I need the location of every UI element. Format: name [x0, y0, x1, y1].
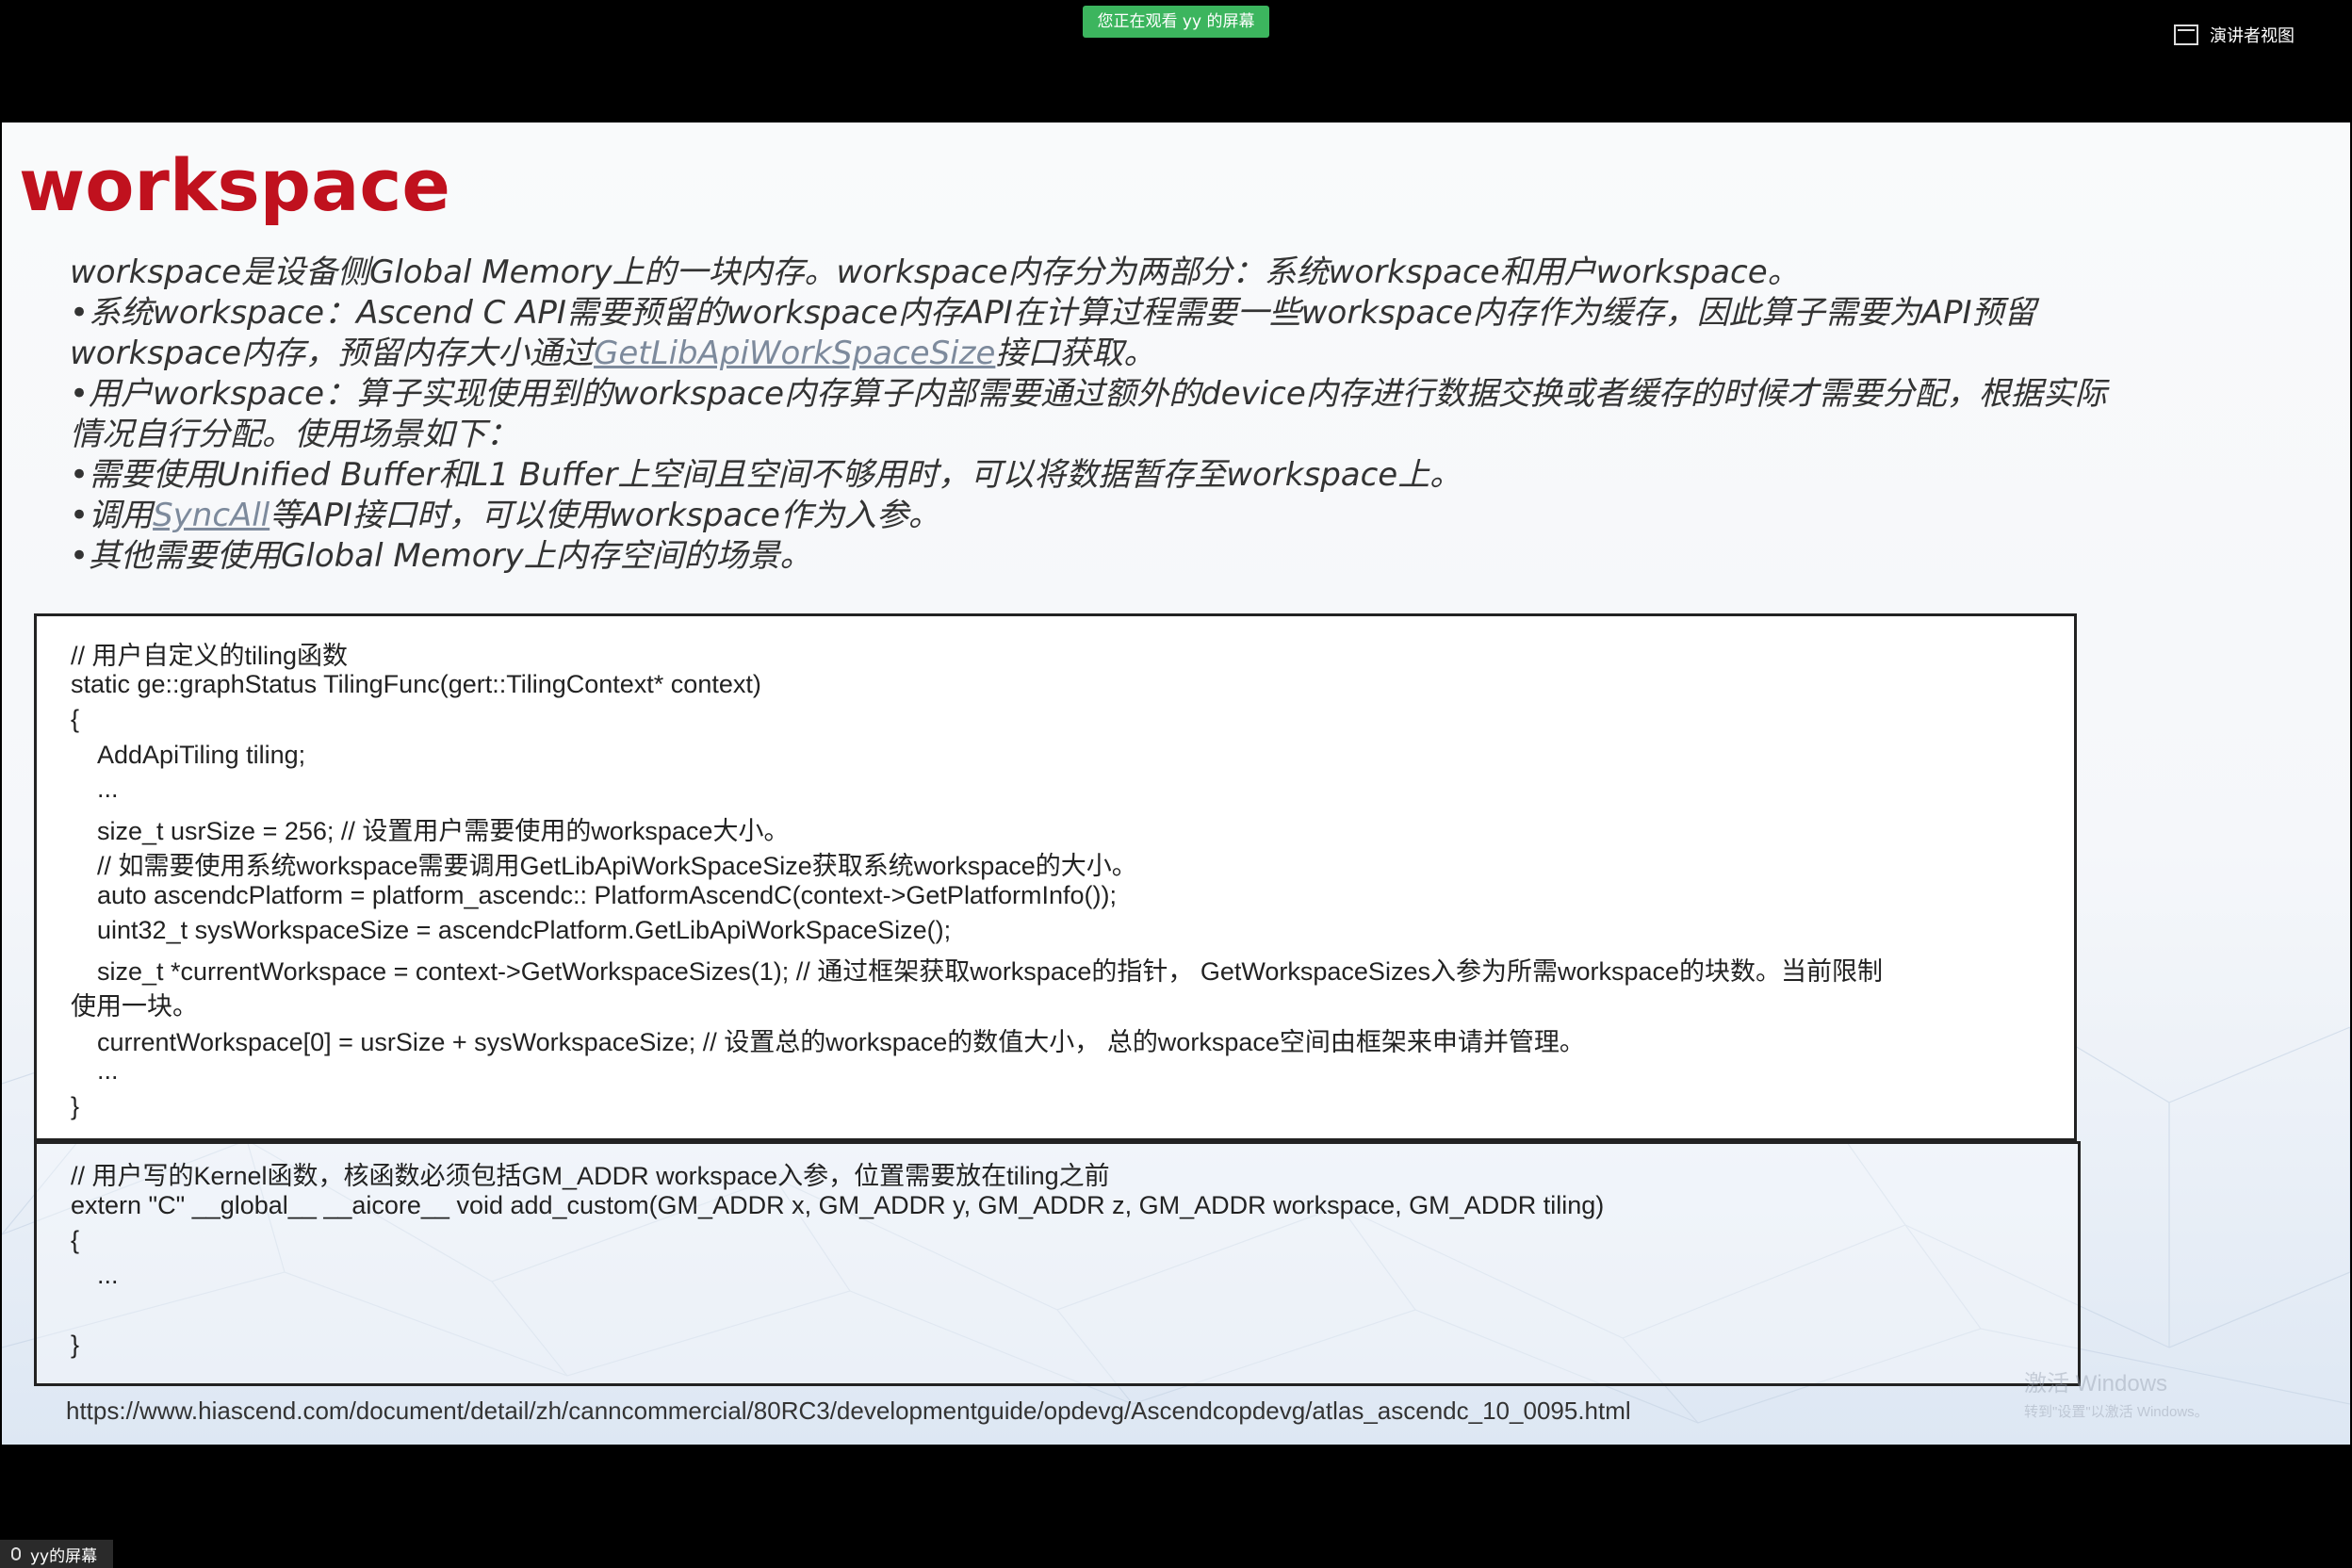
sharer-name-tag: yy的屏幕	[0, 1540, 113, 1568]
code-line: uint32_t sysWorkspaceSize = ascendcPlatf…	[97, 916, 952, 944]
code-line: AddApiTiling tiling;	[97, 741, 306, 769]
kernel-code-box: // 用户写的Kernel函数，核函数必须包括GM_ADDR workspace…	[34, 1141, 2081, 1386]
code-line: ...	[97, 1056, 119, 1085]
code-comment: // 如需要使用系统workspace需要调用GetLibApiWorkSpac…	[97, 852, 1137, 880]
intro-text: workspace内存，预留内存大小通过	[70, 335, 595, 372]
code-line: size_t usrSize = 256; // 设置用户需要使用的worksp…	[97, 817, 790, 845]
viewer-top-bar: 您正在观看 yy 的屏幕 演讲者视图	[0, 0, 2352, 122]
intro-line: •调用SyncAll等API接口时，可以使用workspace作为入参。	[70, 496, 2312, 536]
windows-activation-watermark: 激活 Windows 转到"设置"以激活 Windows。	[2024, 1364, 2209, 1421]
sharer-name: yy的屏幕	[30, 1546, 98, 1566]
window-icon	[2174, 24, 2198, 45]
slide-title: workspace	[19, 143, 450, 227]
code-line: }	[71, 1331, 80, 1359]
shared-slide: workspace workspace是设备侧Global Memory上的一块…	[2, 122, 2350, 1445]
watermark-title: 激活 Windows	[2024, 1371, 2168, 1396]
code-line: }	[71, 1092, 80, 1120]
intro-line: •用户workspace：算子实现使用到的workspace内存算子内部需要通过…	[70, 375, 2107, 413]
code-line: auto ascendcPlatform = platform_ascendc:…	[97, 881, 1117, 909]
presenter-view-label: 演讲者视图	[2210, 26, 2295, 46]
intro-line: •其他需要使用Global Memory上内存空间的场景。	[70, 537, 812, 575]
intro-line: 情况自行分配。使用场景如下：	[70, 416, 518, 453]
screen-share-banner: 您正在观看 yy 的屏幕	[1083, 6, 1269, 38]
microphone-icon	[11, 1547, 21, 1560]
watermark-subtitle: 转到"设置"以激活 Windows。	[2024, 1404, 2209, 1420]
intro-line: •需要使用Unified Buffer和L1 Buffer上空间且空间不够用时，…	[70, 456, 1462, 494]
intro-line: workspace内存，预留内存大小通过GetLibApiWorkSpaceSi…	[70, 334, 2312, 374]
syncall-link[interactable]: SyncAll	[153, 497, 270, 534]
code-comment: // 用户自定义的tiling函数	[71, 642, 349, 670]
code-comment: // 用户写的Kernel函数，核函数必须包括GM_ADDR workspace…	[71, 1162, 1110, 1190]
intro-line: •系统workspace：Ascend C API需要预留的workspace内…	[70, 294, 2036, 332]
tiling-code-box: // 用户自定义的tiling函数 static ge::graphStatus…	[34, 613, 2077, 1141]
code-line: 使用一块。	[71, 992, 198, 1021]
code-line: ...	[97, 1261, 119, 1289]
getlibapiworkspacesize-link[interactable]: GetLibApiWorkSpaceSize	[594, 335, 995, 372]
code-line: size_t *currentWorkspace = context->GetW…	[97, 957, 1884, 986]
intro-text: 等API接口时，可以使用workspace作为入参。	[270, 497, 940, 534]
code-line: {	[71, 1226, 80, 1254]
code-line: currentWorkspace[0] = usrSize + sysWorks…	[97, 1028, 1585, 1056]
intro-text: 接口获取。	[995, 335, 1156, 372]
presenter-view-button[interactable]: 演讲者视图	[2174, 21, 2295, 49]
code-line: {	[71, 705, 80, 733]
intro-line: workspace是设备侧Global Memory上的一块内存。workspa…	[70, 253, 1800, 291]
intro-text-block: workspace是设备侧Global Memory上的一块内存。workspa…	[70, 253, 2312, 577]
code-line: extern "C" __global__ __aicore__ void ad…	[71, 1191, 1605, 1219]
code-line: static ge::graphStatus TilingFunc(gert::…	[71, 670, 761, 698]
intro-text: •调用	[70, 497, 154, 534]
reference-url: https://www.hiascend.com/document/detail…	[66, 1396, 1631, 1425]
code-line: ...	[97, 775, 119, 803]
